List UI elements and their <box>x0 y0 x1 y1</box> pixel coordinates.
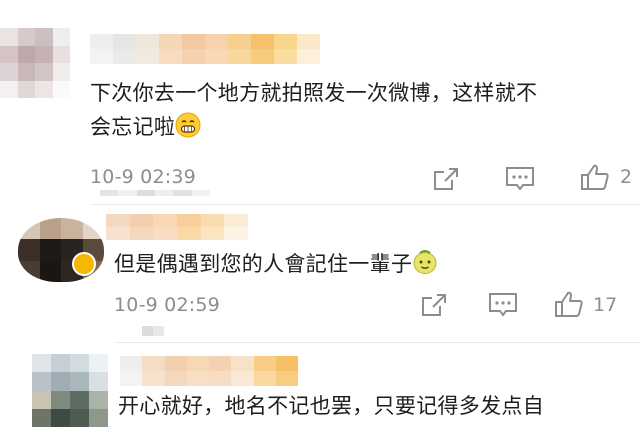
username-blurred[interactable] <box>90 34 320 64</box>
divider <box>114 342 640 343</box>
comment-icon[interactable] <box>488 292 518 318</box>
like-icon[interactable] <box>554 290 584 318</box>
comment-time: 10-9 02:39 <box>90 166 196 188</box>
grinning-face-icon <box>175 112 201 148</box>
comment-icon[interactable] <box>505 166 535 192</box>
share-icon[interactable] <box>420 292 448 318</box>
comment-text-line: 会忘记啦 <box>90 115 176 139</box>
verified-badge <box>72 252 96 276</box>
like-count: 17 <box>593 294 618 316</box>
like-count: 2 <box>620 166 633 188</box>
avatar[interactable] <box>32 354 108 427</box>
comment-text-line: 下次你去一个地方就拍照发一次微博，这样就不 <box>90 81 538 105</box>
like-icon[interactable] <box>580 163 610 191</box>
melon-face-icon <box>412 249 438 285</box>
username-blurred[interactable] <box>120 356 298 386</box>
username-blurred[interactable] <box>106 214 248 240</box>
avatar[interactable] <box>0 28 70 98</box>
blurred-strip <box>100 190 210 196</box>
blurred-strip <box>142 326 164 336</box>
share-icon[interactable] <box>432 166 460 192</box>
comment-text-line: 开心就好，地名不记也罢，只要记得多发点自 <box>118 394 544 418</box>
divider <box>90 204 640 205</box>
comment-time: 10-9 02:59 <box>114 294 220 316</box>
comment-text-line: 但是偶遇到您的人會記住一輩子 <box>114 252 413 276</box>
